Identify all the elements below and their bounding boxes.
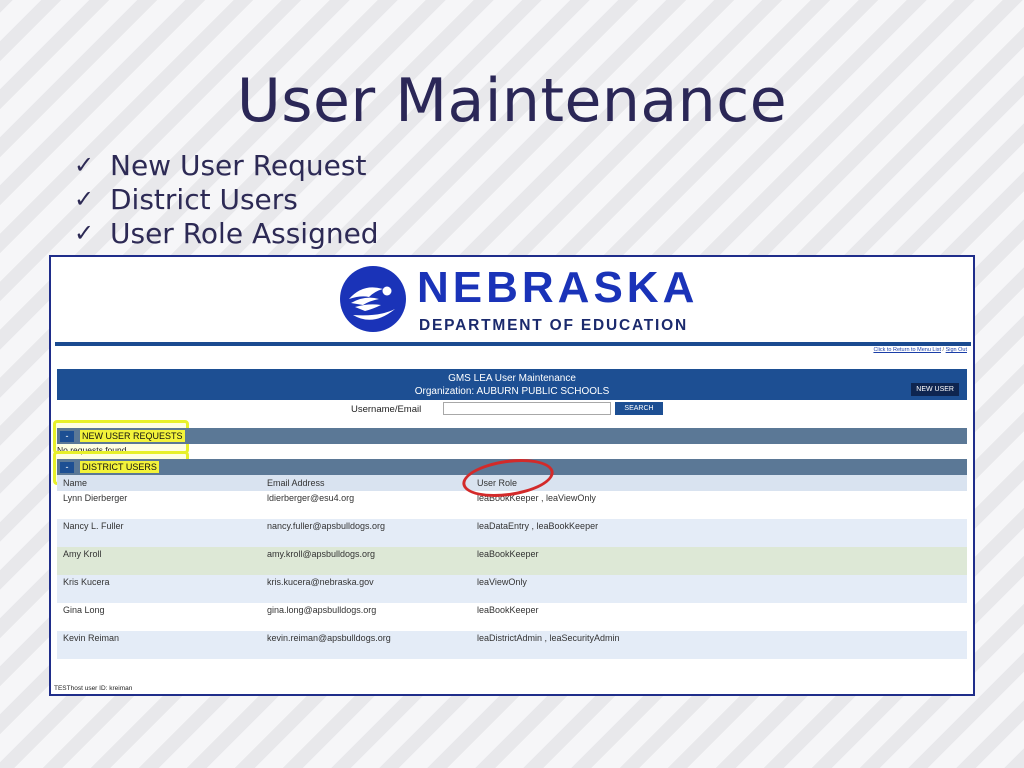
- column-header-name: Name: [63, 478, 88, 488]
- table-row[interactable]: Gina Long gina.long@apsbulldogs.org leaB…: [57, 603, 967, 631]
- district-users-collapse-button[interactable]: -: [60, 461, 74, 473]
- user-role: leaDataEntry , leaBookKeeper: [477, 521, 599, 531]
- table-row[interactable]: Amy Kroll amy.kroll@apsbulldogs.org leaB…: [57, 547, 967, 575]
- user-name: Amy Kroll: [63, 549, 102, 559]
- user-email: ldierberger@esu4.org: [267, 493, 355, 503]
- user-role: leaDistrictAdmin , leaSecurityAdmin: [477, 633, 620, 643]
- user-email: gina.long@apsbulldogs.org: [267, 605, 377, 615]
- bullet-item: ✓ District Users: [74, 182, 379, 216]
- table-row[interactable]: Kris Kucera kris.kucera@nebraska.gov lea…: [57, 575, 967, 603]
- bullet-text: New User Request: [110, 148, 367, 182]
- return-to-menu-link[interactable]: Click to Return to Menu List: [873, 347, 941, 353]
- user-email: kris.kucera@nebraska.gov: [267, 577, 374, 587]
- search-label: Username/Email: [351, 404, 422, 415]
- new-requests-collapse-button[interactable]: -: [60, 430, 74, 442]
- header-divider: [55, 342, 971, 346]
- page-header: GMS LEA User Maintenance Organization: A…: [57, 369, 967, 400]
- table-row[interactable]: Kevin Reiman kevin.reiman@apsbulldogs.or…: [57, 631, 967, 659]
- column-header-email: Email Address: [267, 478, 325, 488]
- new-requests-title: NEW USER REQUESTS: [80, 430, 185, 442]
- user-name: Kevin Reiman: [63, 633, 120, 643]
- user-name: Nancy L. Fuller: [63, 521, 124, 531]
- table-row[interactable]: Nancy L. Fuller nancy.fuller@apsbulldogs…: [57, 519, 967, 547]
- user-role: leaViewOnly: [477, 577, 527, 587]
- bullet-item: ✓ User Role Assigned: [74, 216, 379, 250]
- slide-bullet-list: ✓ New User Request ✓ District Users ✓ Us…: [74, 148, 379, 250]
- checkmark-icon: ✓: [74, 151, 95, 179]
- search-input[interactable]: [443, 402, 611, 415]
- user-role: leaBookKeeper: [477, 605, 539, 615]
- bullet-item: ✓ New User Request: [74, 148, 379, 182]
- top-links: Click to Return to Menu List / Sign Out: [873, 347, 967, 353]
- user-name: Lynn Dierberger: [63, 493, 128, 503]
- district-users-title: DISTRICT USERS: [80, 461, 159, 473]
- user-role: leaBookKeeper: [477, 549, 539, 559]
- bullet-text: District Users: [110, 182, 298, 216]
- nde-emblem-icon: [340, 266, 406, 332]
- app-screenshot: NEBRASKA DEPARTMENT OF EDUCATION Click t…: [49, 255, 975, 696]
- checkmark-icon: ✓: [74, 219, 95, 247]
- user-name: Gina Long: [63, 605, 105, 615]
- bullet-text: User Role Assigned: [110, 216, 379, 250]
- new-requests-section-bar: - NEW USER REQUESTS: [57, 428, 967, 444]
- user-email: amy.kroll@apsbulldogs.org: [267, 549, 376, 559]
- user-name: Kris Kucera: [63, 577, 110, 587]
- brand-subtitle: DEPARTMENT OF EDUCATION: [419, 317, 689, 334]
- new-user-button[interactable]: NEW USER: [911, 383, 959, 396]
- organization-label: Organization: AUBURN PUBLIC SCHOOLS: [414, 386, 610, 397]
- sign-out-link[interactable]: Sign Out: [946, 347, 967, 353]
- user-role: leaBookKeeper , leaViewOnly: [477, 493, 596, 503]
- link-separator: /: [942, 347, 945, 353]
- nde-logo: NEBRASKA DEPARTMENT OF EDUCATION: [339, 263, 699, 341]
- user-email: nancy.fuller@apsbulldogs.org: [267, 521, 386, 531]
- checkmark-icon: ✓: [74, 185, 95, 213]
- slide-title: User Maintenance: [236, 66, 788, 136]
- page-title: GMS LEA User Maintenance: [448, 373, 576, 384]
- brand-name: NEBRASKA: [417, 263, 699, 312]
- user-email: kevin.reiman@apsbulldogs.org: [267, 633, 391, 643]
- district-users-table: Name Email Address User Role Lynn Dierbe…: [57, 475, 967, 659]
- search-button[interactable]: SEARCH: [615, 402, 663, 415]
- host-user-id: TESThost user ID: kreiman: [54, 685, 133, 692]
